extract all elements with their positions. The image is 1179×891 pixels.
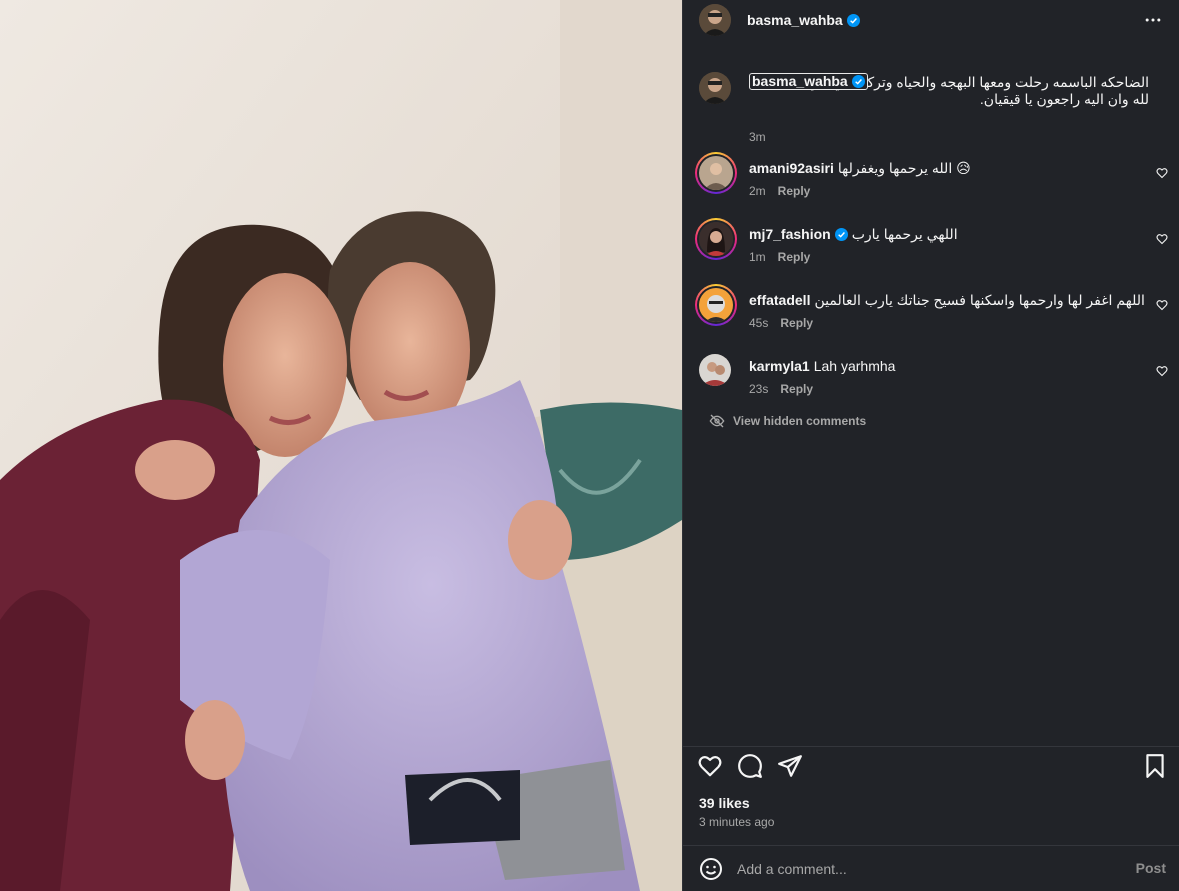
comment-text: Lah yarhmha	[813, 358, 896, 374]
reply-button[interactable]: Reply	[778, 184, 811, 198]
post-side-panel: basma_wahba الضاحكه الباسمه رحلت ومعها ا…	[682, 0, 1179, 891]
story-ring[interactable]	[695, 152, 737, 194]
heart-icon[interactable]	[697, 753, 723, 779]
eye-off-icon	[709, 414, 725, 428]
comment-text: اللهي يرحمها يارب	[851, 226, 958, 242]
reply-button[interactable]: Reply	[778, 250, 811, 264]
avatar[interactable]	[699, 4, 731, 36]
comment-bubble-icon[interactable]	[737, 753, 763, 779]
comment-username[interactable]: amani92asiri	[749, 160, 834, 176]
like-comment-heart-icon[interactable]	[1156, 167, 1168, 179]
verified-badge-icon	[851, 75, 865, 88]
comment-time: 23s	[749, 382, 769, 396]
comment-line: amani92asiri الله يرحمها ويغفرلها 😥	[749, 160, 1149, 177]
view-hidden-comments-label: View hidden comments	[733, 414, 867, 428]
comment-time: 2m	[749, 184, 766, 198]
post-username[interactable]: basma_wahba	[747, 12, 860, 28]
paper-plane-icon[interactable]	[777, 753, 803, 779]
like-comment-heart-icon[interactable]	[1156, 233, 1168, 245]
comment-item: karmyla1 Lah yarhmha 23s Reply	[683, 350, 1179, 410]
comment-item: mj7_fashion اللهي يرحمها يارب 1m Reply	[683, 218, 1179, 278]
bookmark-icon[interactable]	[1142, 753, 1168, 779]
verified-badge-icon	[846, 14, 860, 27]
caption-username[interactable]: basma_wahba	[749, 73, 868, 90]
view-hidden-comments-button[interactable]: View hidden comments	[709, 413, 866, 429]
comment-meta: 1m Reply	[749, 250, 810, 264]
comment-text: الله يرحمها ويغفرلها 😥	[837, 160, 971, 176]
post-photo[interactable]	[0, 0, 682, 891]
posted-time: 3 minutes ago	[699, 815, 775, 829]
like-comment-heart-icon[interactable]	[1156, 365, 1168, 377]
reply-button[interactable]: Reply	[780, 316, 813, 330]
comment-line: mj7_fashion اللهي يرحمها يارب	[749, 226, 1149, 243]
like-comment-heart-icon[interactable]	[1156, 299, 1168, 311]
avatar	[699, 156, 733, 190]
smiley-icon[interactable]	[699, 857, 723, 881]
verified-badge-icon	[834, 228, 848, 241]
comment-line: karmyla1 Lah yarhmha	[749, 358, 1149, 375]
avatar[interactable]	[699, 354, 731, 386]
story-ring[interactable]	[695, 284, 737, 326]
post-caption: الضاحكه الباسمه رحلت ومعها البهجه والحيا…	[683, 72, 1179, 144]
avatar	[699, 222, 733, 256]
comment-time: 45s	[749, 316, 769, 330]
comment-meta: 45s Reply	[749, 316, 813, 330]
reply-button[interactable]: Reply	[780, 382, 813, 396]
likes-count[interactable]: 39 likes	[699, 795, 750, 811]
comment-text: اللهم اغفر لها وارحمها واسكنها فسيح جنات…	[814, 292, 1145, 308]
comment-line: effatadell اللهم اغفر لها وارحمها واسكنها…	[749, 292, 1149, 309]
comment-time: 1m	[749, 250, 766, 264]
comment-meta: 2m Reply	[749, 184, 810, 198]
avatar	[699, 288, 733, 322]
post-comment-button[interactable]: Post	[1136, 860, 1166, 876]
post-image	[0, 0, 682, 891]
comment-item: effatadell اللهم اغفر لها وارحمها واسكنها…	[683, 284, 1179, 344]
comment-meta: 23s Reply	[749, 382, 813, 396]
avatar[interactable]	[699, 72, 731, 104]
comment-username[interactable]: mj7_fashion	[749, 226, 831, 242]
comment-item: amani92asiri الله يرحمها ويغفرلها 😥 2m Rep…	[683, 152, 1179, 212]
comment-username[interactable]: karmyla1	[749, 358, 810, 374]
comment-username[interactable]: effatadell	[749, 292, 810, 308]
post-header: basma_wahba	[683, 0, 1179, 40]
more-horizontal-icon[interactable]	[1142, 10, 1164, 30]
caption-time: 3m	[749, 130, 766, 144]
post-actions	[683, 747, 1179, 787]
add-comment-bar: Post	[683, 846, 1179, 891]
comment-input[interactable]	[737, 857, 1107, 881]
story-ring[interactable]	[695, 218, 737, 260]
